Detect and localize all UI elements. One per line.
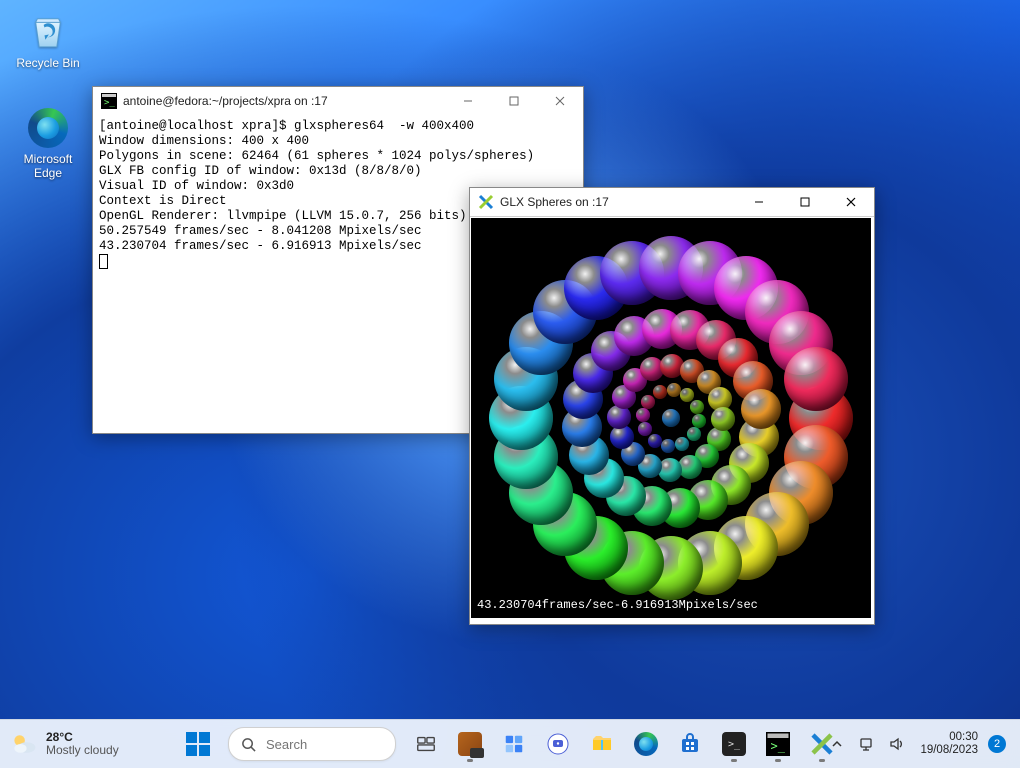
terminal-icon: >_ bbox=[766, 732, 790, 756]
taskbar-clock[interactable]: 00:30 19/08/2023 bbox=[920, 731, 978, 757]
volume-icon bbox=[889, 736, 905, 752]
desktop-icon-label: Microsoft Edge bbox=[24, 152, 73, 180]
weather-icon bbox=[10, 730, 38, 758]
xpra-app-icon bbox=[478, 194, 494, 210]
edge-icon bbox=[28, 108, 68, 148]
minimize-button[interactable] bbox=[445, 87, 491, 115]
clock-date: 19/08/2023 bbox=[920, 744, 978, 757]
taskbar-app-explorer[interactable] bbox=[582, 724, 622, 764]
taskbar-app-xpra[interactable] bbox=[802, 724, 842, 764]
desktop-icon-edge[interactable]: Microsoft Edge bbox=[10, 108, 86, 180]
desktop[interactable]: Recycle Bin Microsoft Edge >_ antoine@fe… bbox=[0, 0, 1020, 768]
search-icon bbox=[241, 737, 256, 752]
svg-text:>_: >_ bbox=[104, 98, 115, 108]
terminal-titlebar[interactable]: >_ antoine@fedora:~/projects/xpra on :17 bbox=[93, 87, 583, 115]
start-button[interactable] bbox=[178, 724, 218, 764]
glxspheres-canvas: 43.230704frames/sec-6.916913Mpixels/sec bbox=[471, 218, 871, 618]
task-view-icon bbox=[415, 733, 437, 755]
maximize-button[interactable] bbox=[491, 87, 537, 115]
clock-time: 00:30 bbox=[920, 731, 978, 744]
weather-widget[interactable]: 28°C Mostly cloudy bbox=[10, 730, 119, 758]
terminal-cursor bbox=[99, 254, 108, 269]
terminal-app-icon: >_ bbox=[101, 93, 117, 109]
minimize-button[interactable] bbox=[736, 188, 782, 216]
notification-count: 2 bbox=[994, 738, 1000, 750]
taskbar-center: >_ >_ bbox=[178, 724, 842, 764]
taskbar-app-edge[interactable] bbox=[626, 724, 666, 764]
taskbar-app-terminal-2[interactable]: >_ bbox=[758, 724, 798, 764]
xpra-icon bbox=[810, 732, 834, 756]
tray-network[interactable] bbox=[854, 724, 880, 764]
store-icon bbox=[678, 732, 702, 756]
folder-icon bbox=[590, 732, 614, 756]
taskbar-app-chat[interactable] bbox=[538, 724, 578, 764]
taskbar-search[interactable] bbox=[228, 727, 396, 761]
terminal-title: antoine@fedora:~/projects/xpra on :17 bbox=[123, 94, 445, 108]
glxspheres-window[interactable]: GLX Spheres on :17 43.230704frames/sec-6… bbox=[469, 187, 875, 625]
task-view-button[interactable] bbox=[406, 724, 446, 764]
system-tray: 00:30 19/08/2023 2 bbox=[824, 724, 1012, 764]
network-icon bbox=[859, 736, 875, 752]
fps-overlay: 43.230704frames/sec-6.916913Mpixels/sec bbox=[477, 598, 758, 612]
taskbar-app-1[interactable] bbox=[450, 724, 490, 764]
glxspheres-titlebar[interactable]: GLX Spheres on :17 bbox=[470, 188, 874, 217]
chat-icon bbox=[546, 732, 570, 756]
app-icon bbox=[458, 732, 482, 756]
taskbar-app-terminal[interactable]: >_ bbox=[714, 724, 754, 764]
tray-volume[interactable] bbox=[884, 724, 910, 764]
taskbar-app-store[interactable] bbox=[670, 724, 710, 764]
svg-text:>_: >_ bbox=[771, 739, 786, 753]
edge-icon bbox=[634, 732, 658, 756]
windows-logo-icon bbox=[186, 732, 210, 756]
taskbar-app-widgets[interactable] bbox=[494, 724, 534, 764]
weather-desc: Mostly cloudy bbox=[46, 744, 119, 757]
close-button[interactable] bbox=[828, 188, 874, 216]
terminal-icon: >_ bbox=[722, 732, 746, 756]
glxspheres-title: GLX Spheres on :17 bbox=[500, 195, 736, 209]
widgets-icon bbox=[503, 733, 525, 755]
search-input[interactable] bbox=[264, 736, 358, 753]
desktop-icon-recycle-bin[interactable]: Recycle Bin bbox=[10, 10, 86, 70]
notification-badge[interactable]: 2 bbox=[988, 735, 1006, 753]
desktop-icon-label: Recycle Bin bbox=[16, 56, 79, 70]
recycle-bin-icon bbox=[27, 10, 69, 52]
taskbar[interactable]: 28°C Mostly cloudy >_ >_ bbox=[0, 719, 1020, 768]
maximize-button[interactable] bbox=[782, 188, 828, 216]
close-button[interactable] bbox=[537, 87, 583, 115]
